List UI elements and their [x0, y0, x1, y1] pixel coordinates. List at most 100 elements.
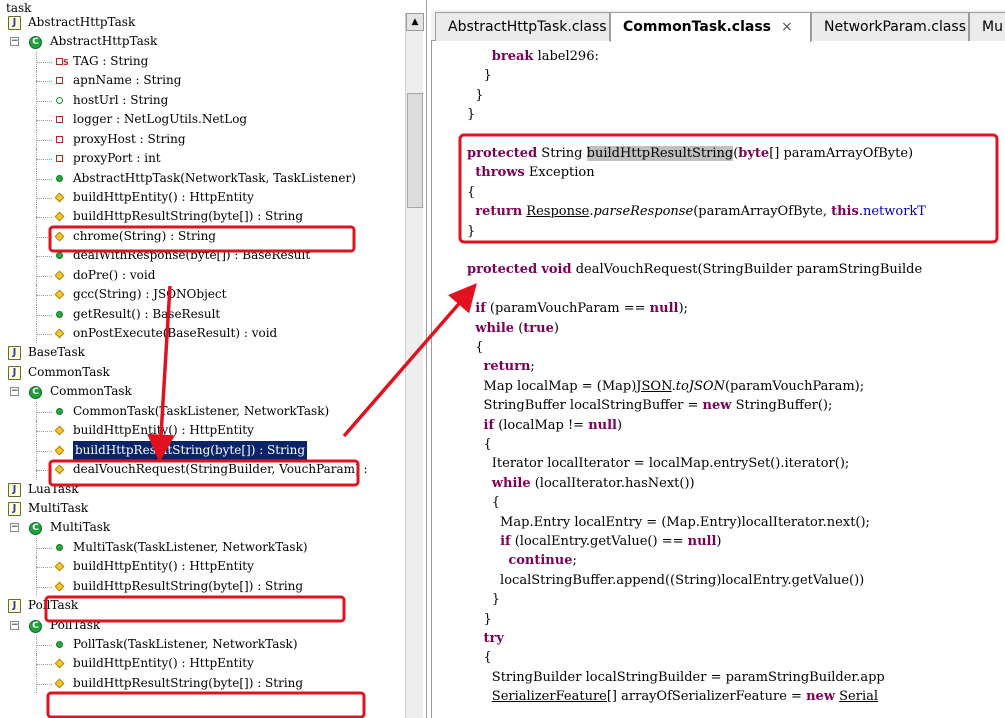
code-line: protected void dealVouchRequest(StringBu… — [467, 260, 922, 279]
tree-connector — [36, 71, 37, 91]
tree-connector — [36, 61, 52, 63]
code-line: return Response.parseResponse(paramArray… — [467, 202, 926, 221]
tree-connector — [36, 431, 52, 433]
tree-class-node[interactable]: − C PollTask — [0, 616, 405, 635]
tree-file-node[interactable]: J MultiTask — [0, 499, 405, 518]
tree-connector — [36, 149, 37, 169]
protected-method-icon — [54, 289, 65, 300]
tree-connector — [36, 324, 37, 344]
tree-member-node[interactable]: buildHttpResultString(byte[]) : String — [0, 440, 405, 461]
tree-member-node[interactable]: onPostExecute(BaseResult) : void — [0, 324, 405, 344]
tree-member-node[interactable]: dealWithResponse(byte[]) : BaseResult — [0, 246, 405, 266]
code-line: Map localMap = (Map)JSON.toJSON(paramVou… — [467, 377, 865, 396]
tree-node-label: buildHttpResultString(byte[]) : String — [73, 675, 304, 690]
code-line: { — [467, 493, 500, 512]
code-token: return — [483, 359, 531, 375]
tree-member-node[interactable]: buildHttpEntity() : HttpEntity — [0, 421, 405, 441]
tab-label: CommonTask.class — [623, 19, 772, 35]
tree-member-node[interactable]: getResult() : BaseResult — [0, 304, 405, 324]
tab-mu[interactable]: Mu — [969, 12, 1005, 41]
tree-file-node[interactable]: J BaseTask — [0, 343, 405, 362]
tree-node-label: chrome(String) : String — [73, 228, 216, 243]
code-line: if (localEntry.getValue() == null) — [467, 532, 721, 551]
code-token: null — [588, 417, 617, 433]
code-token: ; — [530, 359, 535, 375]
tree-member-node[interactable]: PollTask(TaskListener, NetworkTask) — [0, 635, 405, 655]
tree-member-node[interactable]: buildHttpResultString(byte[]) : String — [0, 576, 405, 597]
code-token: dealVouchRequest(StringBuilder paramStri… — [571, 262, 923, 278]
tree-member-node[interactable]: apnName : String — [0, 71, 405, 91]
tree-node-label: apnName : String — [73, 73, 182, 88]
tree-connector — [36, 664, 52, 666]
tree-member-node[interactable]: buildHttpResultString(byte[]) : String — [0, 673, 405, 694]
tree-node-label: getResult() : BaseResult — [73, 306, 221, 321]
tree-node-label: BaseTask — [28, 345, 85, 360]
tree-member-node[interactable]: gcc(String) : JSONObject — [0, 285, 405, 305]
tree-file-node[interactable]: J LuaTask — [0, 480, 405, 499]
tree-member-node[interactable]: chrome(String) : String — [0, 226, 405, 247]
tree-member-node[interactable]: buildHttpResultString(byte[]) : String — [0, 207, 405, 227]
tree-member-node[interactable]: MultiTask(TaskListener, NetworkTask) — [0, 537, 405, 558]
tree-member-node[interactable]: S TAG : String — [0, 51, 405, 72]
tree-member-node[interactable]: buildHttpEntity() : HttpEntity — [0, 187, 405, 208]
close-icon[interactable]: × — [781, 19, 793, 35]
tree-node-label: hostUrl : String — [73, 92, 169, 107]
tree-member-node[interactable]: proxyHost : String — [0, 129, 405, 150]
editor-tab-bar: AbstractHttpTask.class CommonTask.class ×… — [431, 10, 1005, 42]
collapse-toggle-icon[interactable]: − — [10, 387, 19, 397]
code-token: while — [475, 320, 515, 336]
tree-class-node[interactable]: − C CommonTask — [0, 382, 405, 401]
code-line: } — [467, 66, 492, 85]
tree-member-node[interactable]: proxyPort : int — [0, 149, 405, 169]
tree-scrollbar[interactable]: ▲ — [405, 13, 424, 718]
tree-node-label: MultiTask(TaskListener, NetworkTask) — [73, 539, 308, 554]
code-token: ) — [716, 534, 722, 549]
collapse-toggle-icon[interactable]: − — [10, 523, 19, 533]
tab-networkparam[interactable]: NetworkParam.class — [811, 12, 969, 41]
code-token: protected — [467, 262, 538, 278]
tree-member-node[interactable]: AbstractHttpTask(NetworkTask, TaskListen… — [0, 168, 405, 188]
tree-node-label: AbstractHttpTask(NetworkTask, TaskListen… — [73, 170, 356, 185]
code-token: } — [467, 107, 476, 123]
code-token: try — [483, 631, 504, 646]
tree-node-label: buildHttpEntity() : HttpEntity — [73, 423, 254, 438]
protected-method-icon — [54, 211, 65, 222]
tree-node-label: dealVouchRequest(StringBuilder, VouchPar… — [73, 462, 372, 477]
tree-connector — [36, 683, 52, 685]
tree-connector — [36, 537, 37, 558]
public-method-icon — [56, 407, 63, 415]
tree-class-node[interactable]: − C MultiTask — [0, 518, 405, 537]
tree-file-node[interactable]: J PollTask — [0, 596, 405, 615]
code-area[interactable]: break label296: } }} protected String bui… — [431, 41, 1005, 718]
scroll-up-arrow-icon[interactable]: ▲ — [406, 13, 424, 31]
tree-member-node[interactable]: buildHttpEntity() : HttpEntity — [0, 654, 405, 674]
tree-member-node[interactable]: doPre() : void — [0, 265, 405, 286]
code-line: Iterator localIterator = localMap.entryS… — [467, 454, 850, 473]
code-token: break — [491, 49, 534, 64]
tree-file-node[interactable]: J AbstractHttpTask — [0, 13, 405, 32]
code-line: if (paramVouchParam == null); — [467, 299, 688, 318]
tab-commontask[interactable]: CommonTask.class × — [610, 12, 811, 42]
code-token: } — [467, 611, 492, 627]
tree-member-node[interactable]: dealVouchRequest(StringBuilder, VouchPar… — [0, 460, 405, 480]
collapse-toggle-icon[interactable]: − — [10, 620, 19, 630]
tree-file-node[interactable]: J CommonTask — [0, 363, 405, 382]
tree-node-label: onPostExecute(BaseResult) : void — [73, 326, 278, 340]
tree-class-node[interactable]: − C AbstractHttpTask — [0, 32, 405, 51]
tree-member-node[interactable]: CommonTask(TaskListener, NetworkTask) — [0, 401, 405, 422]
code-line: { — [467, 648, 492, 667]
code-line: } — [467, 610, 492, 629]
code-token: Map.Entry localEntry = (Map.Entry)localI… — [467, 514, 870, 530]
scroll-thumb[interactable] — [407, 93, 423, 208]
tree-member-node[interactable]: logger : NetLogUtils.NetLog — [0, 110, 405, 130]
code-token: ( — [514, 320, 524, 336]
tree-connector — [36, 304, 37, 324]
tree-member-node[interactable]: buildHttpEntity() : HttpEntity — [0, 557, 405, 577]
code-token: Serial — [839, 689, 879, 705]
collapse-toggle-icon[interactable]: − — [10, 37, 19, 47]
tree-member-node[interactable]: hostUrl : String — [0, 90, 405, 111]
code-token: if — [500, 534, 511, 549]
tab-abstracthttptask[interactable]: AbstractHttpTask.class — [435, 12, 610, 41]
